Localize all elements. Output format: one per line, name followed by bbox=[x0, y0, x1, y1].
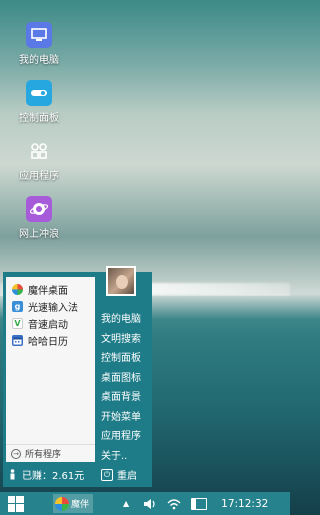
start-menu: 魔伴桌面 g 光速输入法 V 音速启动 哈哈日历 → 所有程序 我的电脑 文明搜… bbox=[3, 266, 152, 487]
program-item-label: 哈哈日历 bbox=[28, 337, 68, 348]
earnings-display: 已赚：2.61元 bbox=[3, 467, 99, 482]
desktop-icon-label: 网上冲浪 bbox=[19, 229, 59, 240]
pinwheel-icon bbox=[12, 284, 23, 295]
menu-link-desktop-background[interactable]: 桌面背景 bbox=[99, 388, 141, 408]
desktop-icon-web-surfing[interactable]: 网上冲浪 bbox=[14, 196, 64, 240]
coin-bag-icon bbox=[8, 469, 17, 480]
control-panel-icon bbox=[26, 80, 52, 106]
arrow-right-icon: → bbox=[11, 448, 21, 459]
battery-level bbox=[192, 498, 196, 509]
desktop-icon-my-computer[interactable]: 我的电脑 bbox=[14, 22, 64, 66]
globe-icon bbox=[26, 196, 52, 222]
computer-icon bbox=[26, 22, 52, 48]
menu-link-start-menu[interactable]: 开始菜单 bbox=[99, 408, 141, 428]
input-method-icon: g bbox=[12, 301, 23, 312]
menu-link-my-computer[interactable]: 我的电脑 bbox=[99, 310, 141, 330]
start-menu-links-pane: 我的电脑 文明搜索 控制面板 桌面图标 桌面背景 开始菜单 应用程序 关于.. bbox=[99, 266, 152, 462]
menu-link-control-panel[interactable]: 控制面板 bbox=[99, 349, 141, 369]
start-menu-program-list: 魔伴桌面 g 光速输入法 V 音速启动 哈哈日历 → 所有程序 bbox=[6, 277, 95, 462]
volume-icon[interactable] bbox=[143, 498, 157, 510]
desktop-icon-applications[interactable]: 应用程序 bbox=[14, 138, 64, 182]
restart-button[interactable]: ⏻ 重启 bbox=[99, 467, 137, 482]
program-item-sonic-launcher[interactable]: V 音速启动 bbox=[6, 315, 95, 332]
program-item-label: 音速启动 bbox=[28, 320, 68, 331]
user-avatar[interactable] bbox=[106, 266, 136, 296]
desktop-icon-label: 我的电脑 bbox=[19, 55, 59, 66]
taskbar: 魔伴 ▲ 17:12:32 bbox=[0, 492, 290, 515]
taskbar-app-label: 魔伴 bbox=[71, 500, 90, 510]
taskbar-app-moban[interactable]: 魔伴 bbox=[53, 494, 93, 513]
desktop-icon-label: 应用程序 bbox=[19, 171, 59, 182]
program-item-moban-desktop[interactable]: 魔伴桌面 bbox=[6, 281, 95, 298]
program-item-label: 光速输入法 bbox=[28, 303, 78, 314]
desktop-icon-label: 控制面板 bbox=[19, 113, 59, 124]
menu-link-applications[interactable]: 应用程序 bbox=[99, 427, 141, 447]
program-item-input-method[interactable]: g 光速输入法 bbox=[6, 298, 95, 315]
all-programs-button[interactable]: → 所有程序 bbox=[6, 444, 95, 462]
restart-label: 重启 bbox=[117, 471, 137, 482]
all-programs-label: 所有程序 bbox=[25, 450, 62, 460]
program-item-label: 魔伴桌面 bbox=[28, 286, 68, 297]
earnings-label: 已赚：2.61元 bbox=[22, 471, 85, 482]
wifi-icon[interactable] bbox=[167, 498, 181, 510]
avatar-face bbox=[116, 275, 128, 289]
windows-logo-icon bbox=[8, 495, 24, 512]
apps-grid-icon bbox=[26, 138, 52, 164]
calendar-icon bbox=[12, 335, 23, 346]
menu-link-search[interactable]: 文明搜索 bbox=[99, 330, 141, 350]
battery-icon[interactable] bbox=[191, 497, 208, 510]
pinwheel-icon bbox=[55, 496, 69, 511]
show-hidden-icons-button[interactable]: ▲ bbox=[123, 499, 129, 508]
start-menu-footer: 已赚：2.61元 ⏻ 重启 bbox=[3, 464, 152, 485]
power-icon: ⏻ bbox=[101, 468, 113, 481]
menu-link-desktop-icons[interactable]: 桌面图标 bbox=[99, 369, 141, 389]
launcher-v-icon: V bbox=[12, 318, 23, 329]
desktop-icon-control-panel[interactable]: 控制面板 bbox=[14, 80, 64, 124]
clock[interactable]: 17:12:32 bbox=[221, 498, 268, 510]
start-button[interactable] bbox=[3, 492, 29, 515]
program-item-calendar[interactable]: 哈哈日历 bbox=[6, 332, 95, 349]
